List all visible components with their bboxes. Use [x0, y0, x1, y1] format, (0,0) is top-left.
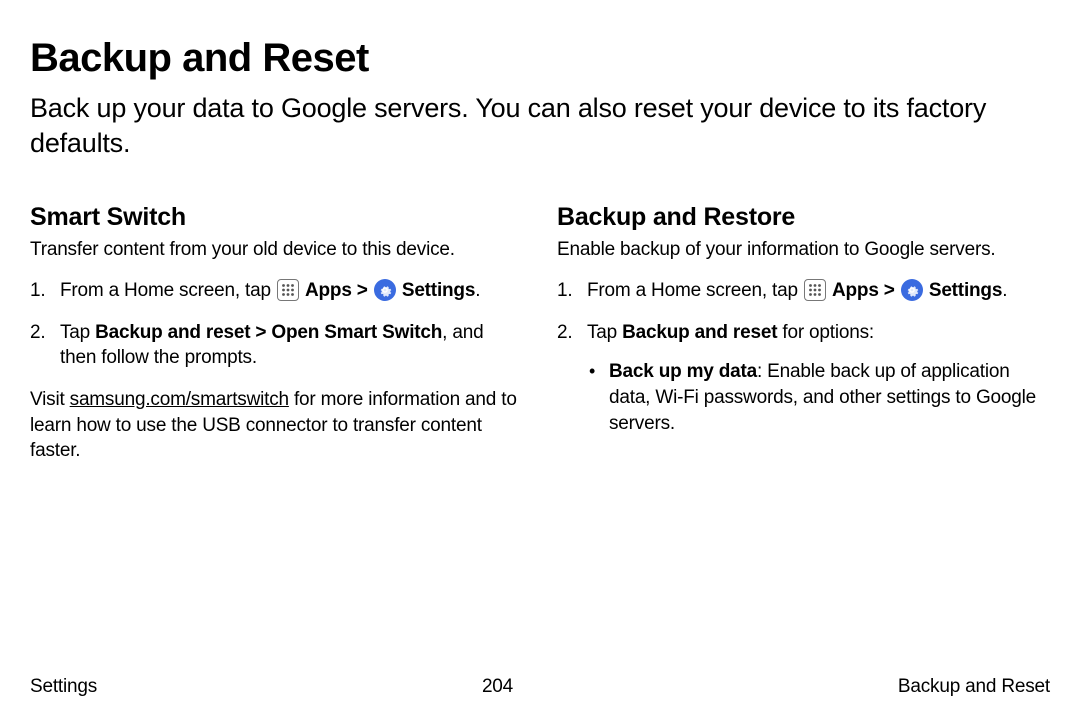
step-item: Tap Backup and reset > Open Smart Switch…: [30, 320, 523, 371]
options-list: Back up my data: Enable back up of appli…: [587, 359, 1050, 436]
footer-left: Settings: [30, 676, 97, 698]
breadcrumb-separator: >: [879, 280, 900, 301]
backup-restore-heading: Backup and Restore: [557, 203, 1050, 232]
step-text: Tap: [60, 322, 95, 343]
step-text: Tap: [587, 322, 622, 343]
list-item: Back up my data: Enable back up of appli…: [587, 359, 1050, 436]
step-text: From a Home screen, tap: [60, 280, 276, 301]
smartswitch-link[interactable]: samsung.com/smartswitch: [70, 389, 289, 410]
page-footer: Settings 204 Backup and Reset: [30, 676, 1050, 698]
apps-label: Apps: [305, 280, 352, 301]
smart-switch-steps: From a Home screen, tap Apps > Settings.…: [30, 278, 523, 371]
apps-grid-icon: [804, 279, 826, 301]
apps-label: Apps: [832, 280, 879, 301]
footer-right: Backup and Reset: [898, 676, 1050, 698]
footer-page-number: 204: [482, 676, 513, 698]
breadcrumb-separator: >: [352, 280, 373, 301]
step-item: From a Home screen, tap Apps > Settings.: [557, 278, 1050, 304]
content-columns: Smart Switch Transfer content from your …: [30, 203, 1050, 464]
step-item: Tap Backup and reset for options: Back u…: [557, 320, 1050, 437]
step-end: .: [475, 280, 480, 301]
step-text: for options:: [777, 322, 874, 343]
backup-restore-desc: Enable backup of your information to Goo…: [557, 238, 1050, 262]
settings-gear-icon: [901, 279, 923, 301]
left-column: Smart Switch Transfer content from your …: [30, 203, 523, 464]
apps-grid-icon: [277, 279, 299, 301]
smart-switch-heading: Smart Switch: [30, 203, 523, 232]
settings-label: Settings: [402, 280, 475, 301]
settings-gear-icon: [374, 279, 396, 301]
smart-switch-desc: Transfer content from your old device to…: [30, 238, 523, 262]
step-bold: Backup and reset: [622, 322, 777, 343]
page-title: Backup and Reset: [30, 36, 1050, 81]
option-name: Back up my data: [609, 361, 757, 382]
settings-label: Settings: [929, 280, 1002, 301]
smart-switch-note: Visit samsung.com/smartswitch for more i…: [30, 387, 523, 464]
note-text: Visit: [30, 389, 70, 410]
backup-restore-steps: From a Home screen, tap Apps > Settings.…: [557, 278, 1050, 436]
step-bold: Backup and reset > Open Smart Switch: [95, 322, 442, 343]
step-end: .: [1002, 280, 1007, 301]
step-text: From a Home screen, tap: [587, 280, 803, 301]
step-item: From a Home screen, tap Apps > Settings.: [30, 278, 523, 304]
right-column: Backup and Restore Enable backup of your…: [557, 203, 1050, 464]
page-intro: Back up your data to Google servers. You…: [30, 91, 1050, 161]
